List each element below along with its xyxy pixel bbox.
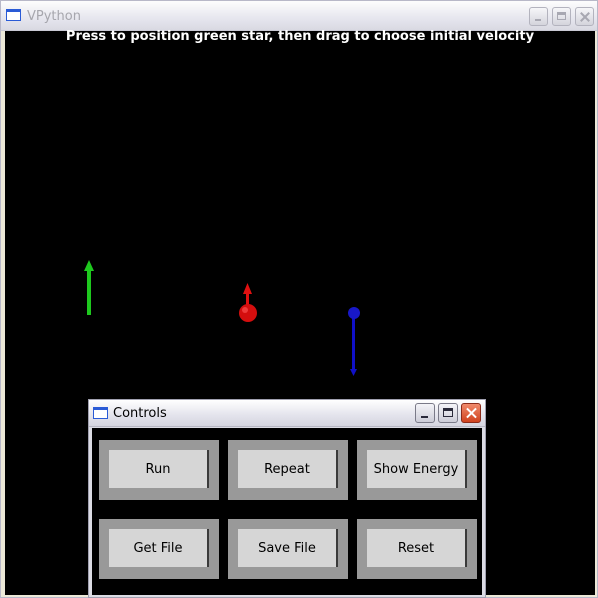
get-file-button-frame: Get File [99,519,219,579]
green-star-arrow[interactable] [84,260,94,315]
blue-star [348,307,360,376]
run-button[interactable]: Run [109,450,209,488]
repeat-button-frame: Repeat [228,440,348,500]
controls-window: Controls Run Repeat Show Energy Get File… [88,399,486,598]
controls-panel: Run Repeat Show Energy Get File Save Fil… [92,428,482,595]
save-file-button-frame: Save File [228,519,348,579]
maximize-button[interactable] [552,7,571,26]
reset-button-frame: Reset [357,519,477,579]
window-app-icon [6,9,21,21]
controls-title-bar[interactable]: Controls [89,400,485,427]
controls-close-button[interactable] [461,403,481,423]
controls-title: Controls [113,406,167,421]
red-star [239,283,257,322]
show-energy-button-frame: Show Energy [357,440,477,500]
reset-button[interactable]: Reset [367,529,467,567]
controls-maximize-button[interactable] [438,403,458,423]
repeat-button[interactable]: Repeat [238,450,338,488]
controls-minimize-button[interactable] [415,403,435,423]
window-title: VPython [27,9,81,24]
run-button-frame: Run [99,440,219,500]
minimize-button[interactable] [529,7,548,26]
close-button[interactable] [575,7,594,26]
controls-app-icon [93,407,108,419]
save-file-button[interactable]: Save File [238,529,338,567]
get-file-button[interactable]: Get File [109,529,209,567]
title-bar[interactable]: VPython [1,1,597,31]
show-energy-button[interactable]: Show Energy [367,450,467,488]
